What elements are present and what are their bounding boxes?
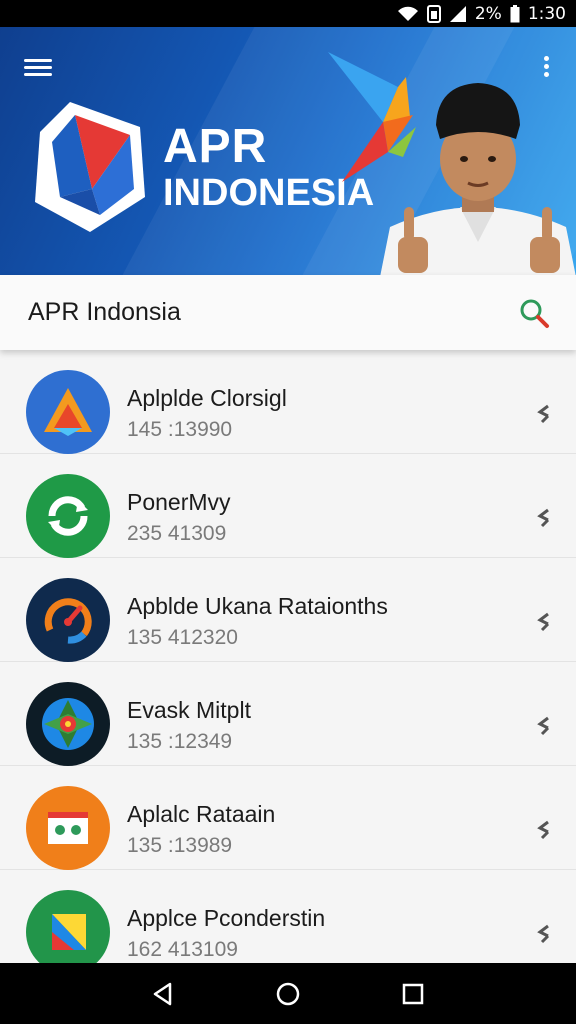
list-item-avatar xyxy=(26,890,110,963)
list-item[interactable]: PonerMvy 235 41309 xyxy=(0,454,576,558)
battery-percent: 2% xyxy=(474,3,502,24)
compass-icon xyxy=(42,698,94,750)
more-options-icon[interactable] xyxy=(536,506,550,530)
list-item[interactable]: Aplalc Rataain 135 :13989 xyxy=(0,766,576,870)
battery-icon xyxy=(510,4,520,23)
list-item-name: Aplalc Rataain xyxy=(127,801,276,827)
back-icon[interactable] xyxy=(147,978,179,1010)
gauge-icon xyxy=(44,598,92,644)
list-item-number: 135 412320 xyxy=(127,626,238,649)
list-item-name: Applce Pconderstin xyxy=(127,905,326,931)
recents-icon[interactable] xyxy=(397,978,429,1010)
folder-icon xyxy=(48,812,88,844)
list-item-name: Apblde Ukana Rataionths xyxy=(127,593,388,619)
list-item-name: PonerMvy xyxy=(127,489,231,515)
list-item-avatar xyxy=(26,370,110,454)
header-banner: APR INDONESIA xyxy=(0,27,576,275)
list-item[interactable]: Applce Pconderstin 162 413109 xyxy=(0,870,576,963)
person-thumbs-up-image xyxy=(380,83,576,275)
list-item-avatar xyxy=(26,682,110,766)
list-item-name: Aplplde Clorsigl xyxy=(127,385,287,411)
list-item-number: 235 41309 xyxy=(127,522,227,545)
list-item[interactable]: Apblde Ukana Rataionths 135 412320 xyxy=(0,558,576,662)
list-item-avatar xyxy=(26,474,110,558)
hamburger-icon[interactable] xyxy=(22,55,54,79)
more-options-icon[interactable] xyxy=(536,818,550,842)
list-item[interactable]: Evask Mitplt 135 :12349 xyxy=(0,662,576,766)
sync-arrows-icon xyxy=(48,496,88,536)
more-options-icon[interactable] xyxy=(536,610,550,634)
play-triangle-icon xyxy=(52,914,86,950)
signal-icon xyxy=(449,5,467,23)
list-item-avatar xyxy=(26,578,110,662)
triangle-logo-icon xyxy=(44,388,92,436)
search-icon[interactable] xyxy=(518,297,550,329)
list-item-number: 135 :13989 xyxy=(127,834,233,857)
more-options-icon[interactable] xyxy=(536,714,550,738)
list-item-number: 145 :13990 xyxy=(127,418,233,441)
status-time: 1:30 xyxy=(527,3,566,24)
list-item-name: Evask Mitplt xyxy=(127,697,251,723)
more-options-icon[interactable] xyxy=(536,402,550,426)
sim-icon xyxy=(426,4,441,23)
status-bar: 2% 1:30 xyxy=(0,0,576,27)
navigation-bar xyxy=(0,963,576,1024)
wifi-icon xyxy=(397,6,419,22)
list-item-number: 162 413109 xyxy=(127,938,238,961)
search-bar-title: APR Indonsia xyxy=(28,298,181,326)
search-bar[interactable]: APR Indonsia xyxy=(0,275,576,350)
app-list: Aplplde Clorsigl 145 :13990 PonerMvy 235… xyxy=(0,350,576,963)
more-options-icon[interactable] xyxy=(536,922,550,946)
list-item-avatar xyxy=(26,786,110,870)
brand-title: APR xyxy=(163,120,268,173)
list-item-number: 135 :12349 xyxy=(127,730,233,753)
list-item[interactable]: Aplplde Clorsigl 145 :13990 xyxy=(0,350,576,454)
apr-logo-icon xyxy=(35,102,145,232)
home-icon[interactable] xyxy=(272,978,304,1010)
